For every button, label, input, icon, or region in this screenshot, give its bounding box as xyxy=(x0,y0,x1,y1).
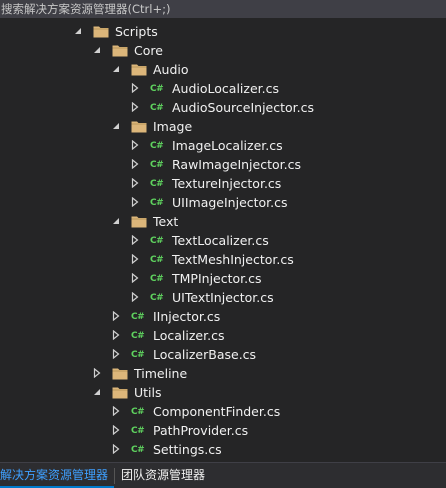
folder-icon xyxy=(131,214,147,229)
tree-item-label: TextMeshInjector.cs xyxy=(172,252,294,267)
tree-item-label: Image xyxy=(153,119,193,134)
collapsed-arrow-icon[interactable] xyxy=(111,444,121,454)
collapsed-arrow-icon[interactable] xyxy=(130,102,140,112)
collapsed-arrow-icon[interactable] xyxy=(130,83,140,93)
collapsed-arrow-icon[interactable] xyxy=(130,254,140,264)
tree-file-row[interactable]: C# TextMeshInjector.cs xyxy=(0,250,446,269)
collapsed-arrow-icon[interactable] xyxy=(130,197,140,207)
tree-folder-row[interactable]: Image xyxy=(0,117,446,136)
tree-item-label: Utils xyxy=(134,385,162,400)
expanded-arrow-icon[interactable] xyxy=(92,45,102,55)
collapsed-arrow-icon[interactable] xyxy=(92,368,102,378)
folder-icon xyxy=(112,43,128,58)
tree-item-label: LocalizerBase.cs xyxy=(153,347,257,362)
csharp-file-icon: C# xyxy=(131,444,145,455)
csharp-file-icon: C# xyxy=(150,159,164,170)
tree-item-label: Core xyxy=(134,43,163,58)
csharp-file-icon: C# xyxy=(131,311,145,322)
csharp-file-icon: C# xyxy=(150,235,164,246)
tree-file-row[interactable]: C# IInjector.cs xyxy=(0,307,446,326)
folder-icon xyxy=(93,24,109,39)
tree-file-row[interactable]: C# Settings.cs xyxy=(0,440,446,459)
tree-folder-row[interactable]: Timeline xyxy=(0,364,446,383)
csharp-file-icon: C# xyxy=(131,425,145,436)
tree-file-row[interactable]: C# TMPInjector.cs xyxy=(0,269,446,288)
csharp-file-icon: C# xyxy=(131,349,145,360)
csharp-file-icon: C# xyxy=(131,406,145,417)
collapsed-arrow-icon[interactable] xyxy=(130,140,140,150)
tree-folder-row[interactable]: Text xyxy=(0,212,446,231)
search-input[interactable]: 搜索解决方案资源管理器(Ctrl+;) xyxy=(0,1,170,17)
csharp-file-icon: C# xyxy=(150,178,164,189)
tree-item-label: Localizer.cs xyxy=(153,328,225,343)
collapsed-arrow-icon[interactable] xyxy=(130,178,140,188)
tree-file-row[interactable]: C# RawImageInjector.cs xyxy=(0,155,446,174)
folder-icon xyxy=(112,385,128,400)
csharp-file-icon: C# xyxy=(150,254,164,265)
folder-icon xyxy=(131,119,147,134)
tree-item-label: ComponentFinder.cs xyxy=(153,404,281,419)
tree-item-label: TextLocalizer.cs xyxy=(172,233,269,248)
bottom-tab-bar: 解决方案资源管理器 团队资源管理器 xyxy=(0,462,446,488)
collapsed-arrow-icon[interactable] xyxy=(111,425,121,435)
solution-tree: Scripts Core Audio C# AudioLocalizer.cs C# Aud… xyxy=(0,22,446,459)
tab-solution-explorer[interactable]: 解决方案资源管理器 xyxy=(0,464,115,488)
tree-item-label: IInjector.cs xyxy=(153,309,221,324)
expanded-arrow-icon[interactable] xyxy=(92,387,102,397)
tree-item-label: RawImageInjector.cs xyxy=(172,157,301,172)
tree-item-label: Settings.cs xyxy=(153,442,222,457)
tree-folder-row[interactable]: Audio xyxy=(0,60,446,79)
tree-folder-row[interactable]: Utils xyxy=(0,383,446,402)
collapsed-arrow-icon[interactable] xyxy=(130,235,140,245)
collapsed-arrow-icon[interactable] xyxy=(111,349,121,359)
tree-item-label: PathProvider.cs xyxy=(153,423,249,438)
collapsed-arrow-icon[interactable] xyxy=(130,273,140,283)
tree-file-row[interactable]: C# LocalizerBase.cs xyxy=(0,345,446,364)
tree-item-label: UITextInjector.cs xyxy=(172,290,274,305)
collapsed-arrow-icon[interactable] xyxy=(130,159,140,169)
tree-file-row[interactable]: C# AudioLocalizer.cs xyxy=(0,79,446,98)
tree-file-row[interactable]: C# ImageLocalizer.cs xyxy=(0,136,446,155)
csharp-file-icon: C# xyxy=(150,273,164,284)
tree-item-label: UIImageInjector.cs xyxy=(172,195,288,210)
tree-file-row[interactable]: C# ComponentFinder.cs xyxy=(0,402,446,421)
tree-item-label: Timeline xyxy=(134,366,188,381)
csharp-file-icon: C# xyxy=(150,197,164,208)
csharp-file-icon: C# xyxy=(150,292,164,303)
tree-file-row[interactable]: C# UITextInjector.cs xyxy=(0,288,446,307)
folder-icon xyxy=(112,366,128,381)
tree-item-label: Scripts xyxy=(115,24,158,39)
csharp-file-icon: C# xyxy=(131,330,145,341)
collapsed-arrow-icon[interactable] xyxy=(130,292,140,302)
collapsed-arrow-icon[interactable] xyxy=(111,406,121,416)
csharp-file-icon: C# xyxy=(150,102,164,113)
csharp-file-icon: C# xyxy=(150,140,164,151)
tree-file-row[interactable]: C# Localizer.cs xyxy=(0,326,446,345)
tree-item-label: AudioLocalizer.cs xyxy=(172,81,280,96)
expanded-arrow-icon[interactable] xyxy=(111,216,121,226)
tree-file-row[interactable]: C# UIImageInjector.cs xyxy=(0,193,446,212)
collapsed-arrow-icon[interactable] xyxy=(111,330,121,340)
tree-folder-row[interactable]: Scripts xyxy=(0,22,446,41)
tree-item-label: AudioSourceInjector.cs xyxy=(172,100,315,115)
tree-item-label: ImageLocalizer.cs xyxy=(172,138,283,153)
search-bar[interactable]: 搜索解决方案资源管理器(Ctrl+;) xyxy=(0,0,446,18)
tree-item-label: TMPInjector.cs xyxy=(172,271,262,286)
tree-item-label: Audio xyxy=(153,62,189,77)
expanded-arrow-icon[interactable] xyxy=(111,121,121,131)
expanded-arrow-icon[interactable] xyxy=(111,64,121,74)
tree-file-row[interactable]: C# TextureInjector.cs xyxy=(0,174,446,193)
tree-item-label: Text xyxy=(153,214,179,229)
tab-team-explorer[interactable]: 团队资源管理器 xyxy=(115,464,211,488)
folder-icon xyxy=(131,62,147,77)
tree-file-row[interactable]: C# PathProvider.cs xyxy=(0,421,446,440)
tree-folder-row[interactable]: Core xyxy=(0,41,446,60)
csharp-file-icon: C# xyxy=(150,83,164,94)
tree-item-label: TextureInjector.cs xyxy=(172,176,282,191)
collapsed-arrow-icon[interactable] xyxy=(111,311,121,321)
tree-file-row[interactable]: C# TextLocalizer.cs xyxy=(0,231,446,250)
expanded-arrow-icon[interactable] xyxy=(73,26,83,36)
tree-file-row[interactable]: C# AudioSourceInjector.cs xyxy=(0,98,446,117)
